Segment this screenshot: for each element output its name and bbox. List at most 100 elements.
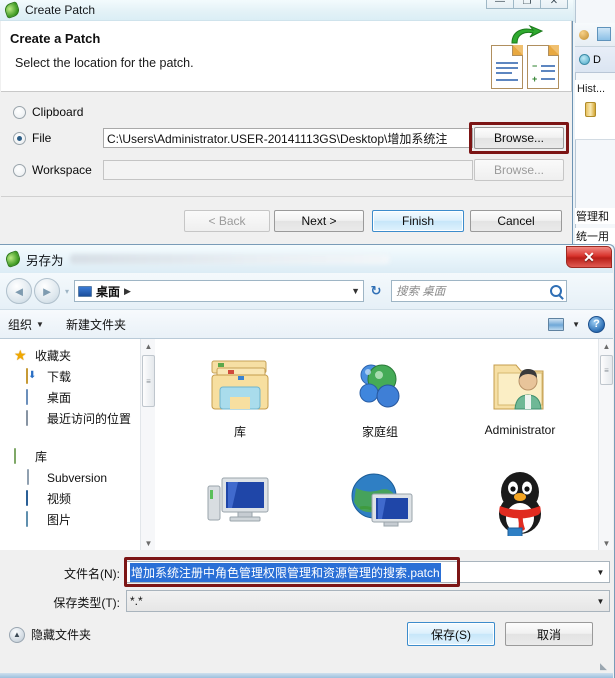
back-arrow-icon[interactable]: ◄	[6, 278, 32, 304]
radio-workspace[interactable]: Workspace	[13, 163, 92, 177]
file-list-scrollbar[interactable]: ▲ ≡ ▼	[598, 339, 613, 550]
qq-penguin-icon	[484, 464, 556, 538]
chevron-down-icon[interactable]: ▼	[592, 591, 609, 611]
cancel-button[interactable]: 取消	[505, 622, 593, 646]
wizard-window-controls[interactable]: — ❐ ✕	[486, 0, 568, 9]
help-icon[interactable]: ?	[588, 315, 605, 333]
place-item-videos[interactable]: 视频	[0, 488, 140, 509]
refresh-arrow-icon	[511, 25, 544, 44]
star-icon: ★	[14, 347, 27, 363]
close-icon[interactable]: ✕	[566, 246, 612, 268]
places-scrollbar[interactable]: ▲ ≡ ▼	[140, 339, 155, 550]
file-item-computer[interactable]	[170, 464, 310, 550]
minimize-button[interactable]: —	[486, 0, 514, 9]
refresh-icon[interactable]: ↻	[364, 280, 388, 302]
wizard-ghost-menu	[88, 6, 94, 18]
places-tree: ★ 收藏夹 下载 桌面 最近访问的位置 库	[0, 339, 140, 550]
radio-file-label: File	[32, 131, 52, 145]
radio-clipboard-indicator[interactable]	[13, 105, 26, 119]
address-bar-value: 桌面	[96, 284, 121, 299]
address-bar[interactable]: 桌面 ▶ ▼	[74, 280, 364, 302]
chevron-down-icon[interactable]: ▼	[592, 562, 609, 582]
browse-workspace-button: Browse...	[474, 159, 564, 181]
save-as-dialog: 另存为 ✕ ◄ ► ▾ 桌面 ▶ ▼ ↻ 搜索 桌面 组织 ▼ 新建文件夹 ▼ …	[0, 244, 615, 678]
download-icon[interactable]	[597, 27, 611, 41]
address-dropdown-icon[interactable]: ▼	[351, 286, 360, 296]
ide-editor-text-line: 管理和	[575, 208, 615, 224]
chevron-down-icon[interactable]: ▾	[60, 287, 74, 296]
filename-label: 文件名(N):	[64, 567, 120, 581]
ide-tab-debug[interactable]: D	[575, 47, 615, 73]
place-item-libraries[interactable]: 库	[0, 446, 140, 467]
coffee-bean-icon[interactable]	[579, 30, 589, 40]
scroll-up-icon[interactable]: ▲	[599, 339, 613, 353]
radio-clipboard-label: Clipboard	[32, 105, 84, 119]
document-icon	[491, 45, 523, 89]
finish-button[interactable]: Finish	[372, 210, 464, 232]
ide-tab-debug-label: D	[593, 53, 601, 66]
forward-arrow-icon[interactable]: ►	[34, 278, 60, 304]
new-folder-button[interactable]: 新建文件夹	[66, 316, 126, 333]
save-button[interactable]: 保存(S)	[407, 622, 495, 646]
organize-label: 组织	[8, 317, 33, 332]
ide-history-label: Hist...	[577, 83, 606, 95]
resize-grip[interactable]: ◣	[600, 661, 610, 671]
file-item-libraries[interactable]: 库	[170, 349, 310, 464]
scroll-down-icon[interactable]: ▼	[599, 536, 613, 550]
file-item-administrator[interactable]: Administrator	[450, 349, 590, 464]
page-subtitle: Select the location for the patch.	[15, 56, 194, 70]
place-item-downloads[interactable]: 下载	[0, 366, 140, 387]
file-item-network[interactable]	[310, 464, 450, 550]
scroll-up-icon[interactable]: ▲	[141, 339, 156, 353]
filename-value: 增加系统注册中角色管理权限管理和资源管理的搜索.patch	[130, 562, 441, 582]
ide-history-panel[interactable]: Hist...	[575, 80, 615, 140]
place-item-subversion[interactable]: Subversion	[0, 467, 140, 488]
place-label: 视频	[47, 492, 72, 506]
browse-file-button[interactable]: Browse...	[474, 127, 564, 149]
file-list[interactable]: 库 家庭组 Administrator ▲ ≡ ▼	[158, 339, 613, 550]
place-item-desktop[interactable]: 桌面	[0, 387, 140, 408]
ide-toolbar-row[interactable]	[575, 23, 615, 47]
next-button[interactable]: Next >	[274, 210, 364, 232]
chevron-down-icon[interactable]: ▼	[572, 320, 580, 329]
file-item-homegroup[interactable]: 家庭组	[310, 349, 450, 464]
place-label: Subversion	[47, 470, 108, 485]
breadcrumb-separator[interactable]: ▶	[124, 286, 131, 297]
video-folder-icon	[26, 490, 42, 506]
cancel-button[interactable]: Cancel	[470, 210, 562, 232]
radio-file[interactable]: File	[13, 131, 51, 145]
scroll-down-icon[interactable]: ▼	[141, 536, 156, 550]
file-item-qq[interactable]	[450, 464, 590, 550]
maximize-button[interactable]: ❐	[513, 0, 541, 9]
place-item-recent[interactable]: 最近访问的位置	[0, 408, 140, 429]
scrollbar-thumb[interactable]: ≡	[600, 355, 613, 385]
radio-file-indicator[interactable]	[13, 131, 26, 145]
app-leaf-icon	[4, 250, 22, 268]
radio-workspace-indicator[interactable]	[13, 163, 26, 177]
view-mode-icon[interactable]	[548, 317, 565, 331]
save-as-title-bar[interactable]: 另存为	[0, 245, 613, 273]
page-title: Create a Patch	[10, 31, 101, 46]
place-label: 桌面	[47, 391, 72, 405]
search-input[interactable]: 搜索 桌面	[391, 280, 567, 302]
ide-editor-text-line: 统一用	[575, 228, 615, 244]
filetype-value: *.*	[130, 594, 143, 608]
close-button[interactable]: ✕	[540, 0, 568, 9]
place-item-pictures[interactable]: 图片	[0, 509, 140, 530]
hide-folders-toggle[interactable]: ▲ 隐藏文件夹	[9, 626, 91, 643]
filetype-select[interactable]: *.* ▼	[126, 590, 610, 612]
wizard-title-label: Create Patch	[25, 3, 96, 17]
file-path-input[interactable]: C:\Users\Administrator.USER-20141113GS\D…	[103, 128, 473, 148]
chevron-down-icon: ▼	[36, 319, 44, 329]
library-icon	[14, 448, 30, 464]
radio-clipboard[interactable]: Clipboard	[13, 105, 83, 119]
place-item-favorites[interactable]: ★ 收藏夹	[0, 345, 140, 366]
organize-button[interactable]: 组织 ▼	[8, 316, 44, 333]
pictures-folder-icon	[26, 511, 42, 527]
homegroup-icon	[344, 349, 416, 421]
subversion-folder-icon	[26, 469, 42, 485]
filename-input[interactable]: 增加系统注册中角色管理权限管理和资源管理的搜索.patch ▼	[126, 561, 610, 583]
dialog-toolbar: 组织 ▼ 新建文件夹 ▼ ?	[0, 309, 613, 339]
scrollbar-thumb[interactable]: ≡	[142, 355, 155, 407]
hide-folders-label: 隐藏文件夹	[31, 628, 92, 642]
